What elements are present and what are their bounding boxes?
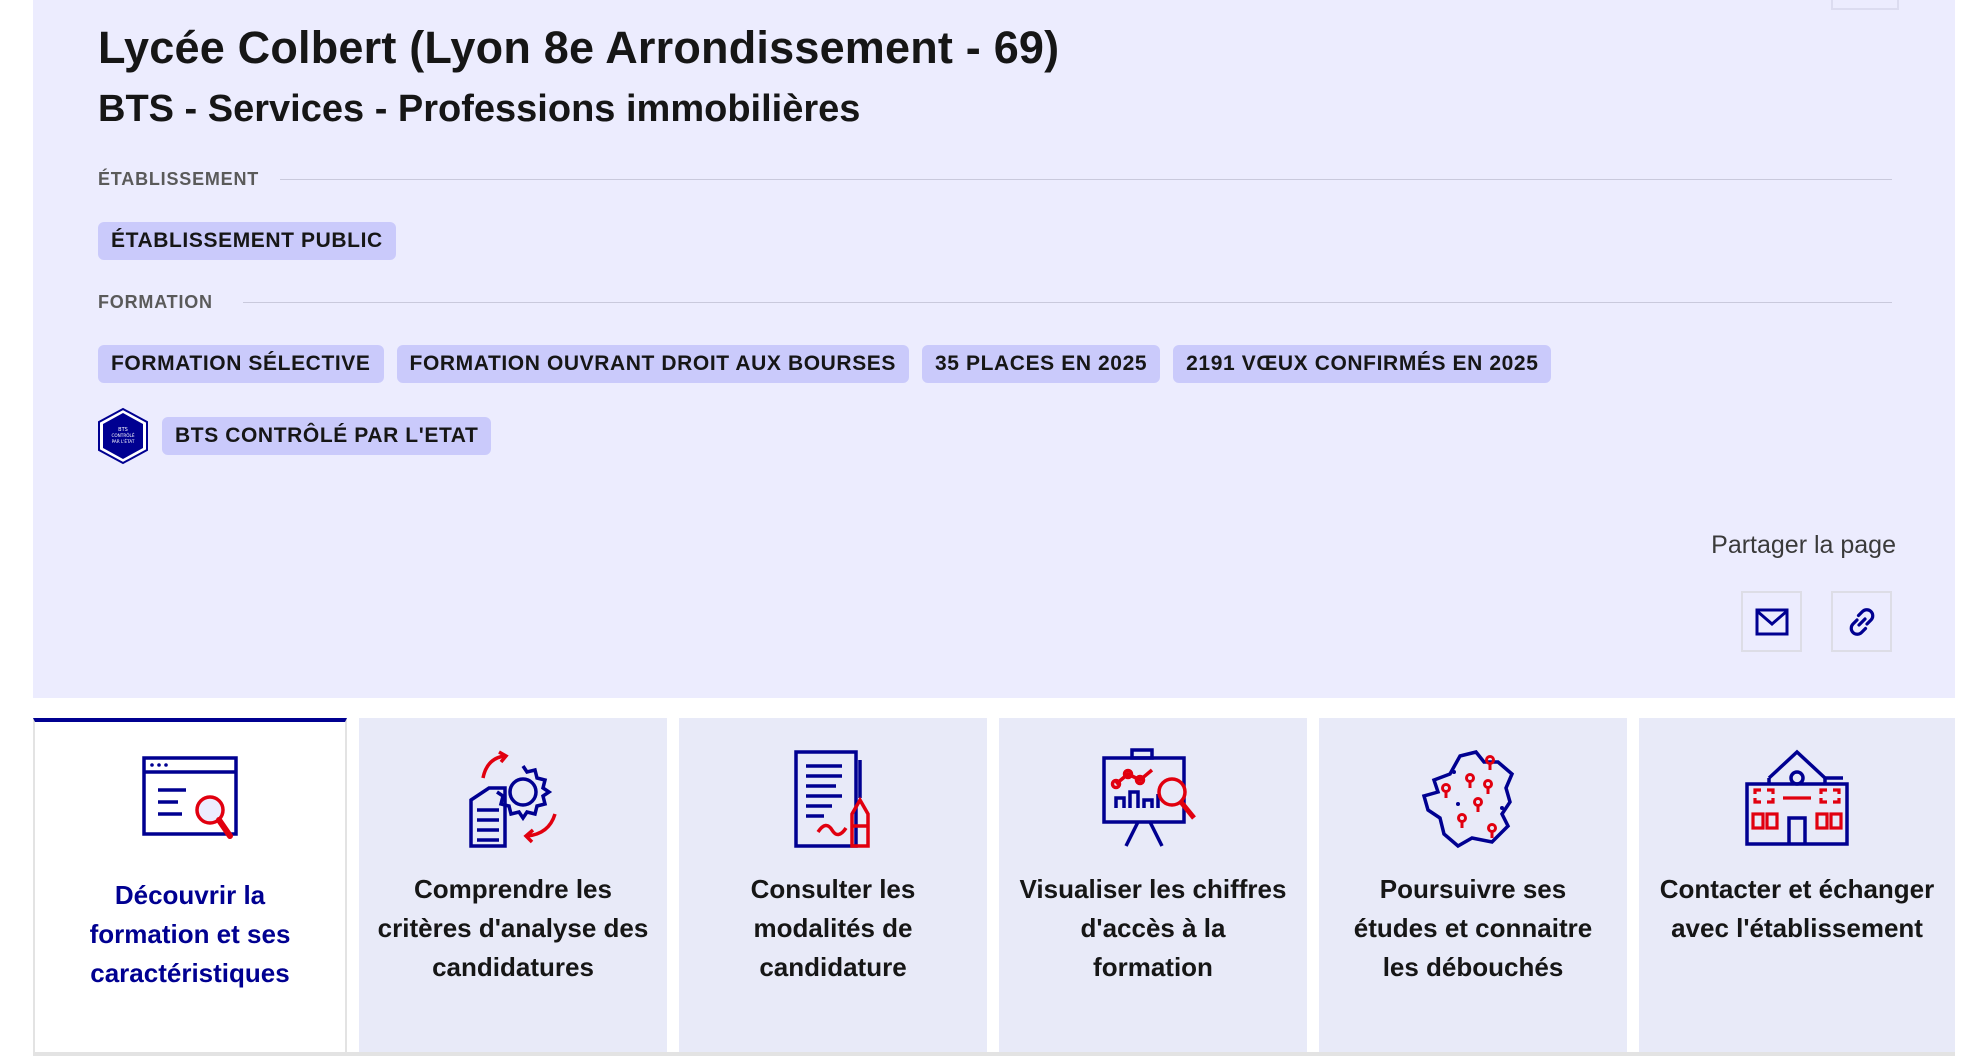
share-label: Partager la page (1711, 531, 1896, 559)
tab-label: Découvrir la formation et ses caractéris… (89, 880, 291, 988)
tab-criteres-analyse[interactable]: Comprendre les critères d'analyse des ca… (359, 718, 667, 1056)
chart-board-icon (1102, 748, 1196, 847)
establishment-tags: ÉTABLISSEMENT PUBLIC (98, 222, 396, 260)
tab-label: Poursuivre ses études et connaitre les d… (1353, 874, 1593, 982)
tab-panel-border (33, 1052, 1955, 1056)
tab-modalites-candidature[interactable]: Consulter les modalités de candidature (679, 718, 987, 1056)
bts-controle-etat-icon: BTS CONTRÔLÉ PAR L'ÉTAT (98, 407, 148, 465)
tag-etablissement-public: ÉTABLISSEMENT PUBLIC (98, 222, 396, 260)
tab-label: Comprendre les critères d'analyse des ca… (377, 874, 649, 982)
page-subtitle: BTS - Services - Professions immobilière… (98, 88, 861, 130)
mail-icon (1755, 608, 1788, 635)
link-icon (1849, 607, 1874, 636)
tag-formation-selective: FORMATION SÉLECTIVE (98, 345, 384, 383)
formation-section-label: FORMATION (98, 292, 213, 312)
tab-decouvrir-formation[interactable]: Découvrir la formation et ses caractéris… (33, 718, 347, 1056)
tag-voeux-confirmes: 2191 VŒUX CONFIRMÉS EN 2025 (1173, 345, 1552, 383)
tab-label: Consulter les modalités de candidature (750, 874, 916, 982)
tab-label: Visualiser les chiffres d'accès à la for… (1019, 874, 1287, 982)
establishment-divider (280, 179, 1892, 180)
school-building-icon (1745, 749, 1849, 846)
page-title: Lycée Colbert (Lyon 8e Arrondissement - … (98, 22, 1060, 73)
tag-bts-controle-etat: BTS CONTRÔLÉ PAR L'ETAT (162, 417, 492, 455)
bts-controle-row: BTS CONTRÔLÉ PAR L'ÉTAT BTS CONTRÔLÉ PAR… (96, 407, 492, 465)
tab-contacter-etablissement[interactable]: Contacter et échanger avec l'établisseme… (1639, 718, 1955, 1056)
formation-tabs: Découvrir la formation et ses caractéris… (33, 718, 1955, 1056)
tab-chiffres-acces[interactable]: Visualiser les chiffres d'accès à la for… (999, 718, 1307, 1056)
formation-tags: FORMATION SÉLECTIVE FORMATION OUVRANT DR… (98, 345, 1552, 383)
share-email-button[interactable] (1741, 591, 1802, 652)
establishment-section-label: ÉTABLISSEMENT (98, 169, 260, 189)
formation-divider (243, 302, 1892, 303)
svg-text:CONTRÔLÉ: CONTRÔLÉ (111, 433, 134, 438)
top-button-stub (1831, 0, 1899, 10)
browser-search-icon (142, 756, 238, 839)
tab-poursuivre-etudes[interactable]: Poursuivre ses études et connaitre les d… (1319, 718, 1627, 1056)
document-pen-icon (794, 750, 870, 848)
tag-places: 35 PLACES EN 2025 (922, 345, 1161, 383)
france-map-icon (1421, 750, 1515, 849)
tab-label: Contacter et échanger avec l'établisseme… (1659, 874, 1935, 943)
document-gear-icon (469, 750, 557, 848)
tag-droit-aux-bourses: FORMATION OUVRANT DROIT AUX BOURSES (396, 345, 910, 383)
svg-text:PAR L'ÉTAT: PAR L'ÉTAT (112, 439, 135, 444)
share-link-button[interactable] (1831, 591, 1892, 652)
